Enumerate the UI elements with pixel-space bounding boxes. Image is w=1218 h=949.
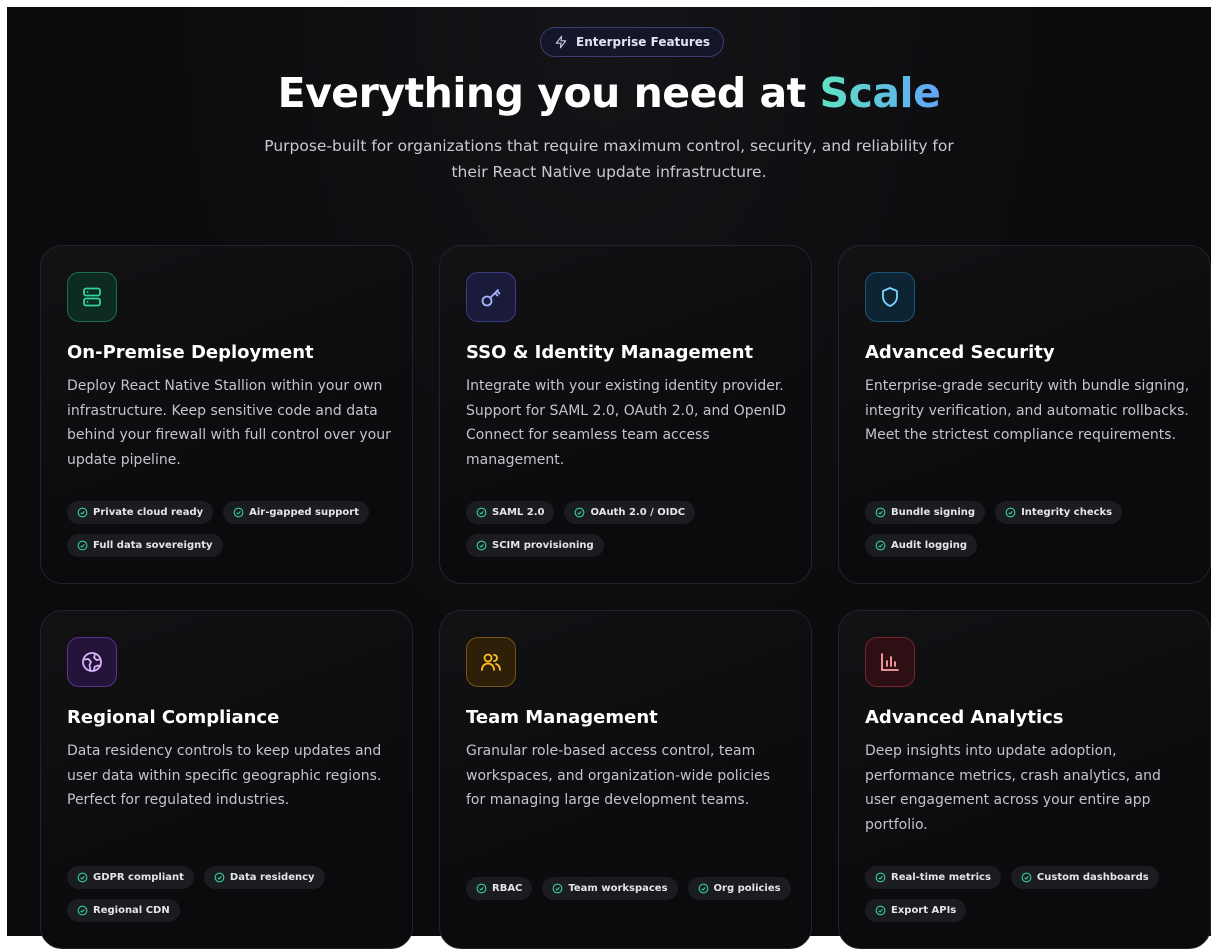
globe-icon [82, 652, 102, 672]
users-icon [481, 653, 501, 671]
check-circle-icon [77, 872, 88, 883]
feature-card-analytics: Advanced Analytics Deep insights into up… [838, 610, 1211, 949]
feature-tag-label: Org policies [713, 883, 781, 894]
feature-tag-label: OAuth 2.0 / OIDC [590, 507, 686, 518]
feature-tag-label: RBAC [492, 883, 523, 894]
feature-tags: SAML 2.0 OAuth 2.0 / OIDC SCIM provision… [466, 501, 796, 557]
feature-tag: Regional CDN [67, 899, 180, 922]
page-title: Everything you need at Scale [7, 69, 1211, 117]
feature-tag: Private cloud ready [67, 501, 214, 524]
feature-tag: Full data sovereignty [67, 534, 223, 557]
feature-card-compliance: Regional Compliance Data residency contr… [40, 610, 413, 949]
feature-tag-label: Private cloud ready [93, 507, 204, 518]
feature-tag: GDPR compliant [67, 866, 194, 889]
feature-tag: Bundle signing [865, 501, 986, 524]
check-circle-icon [575, 507, 585, 518]
feature-tag: OAuth 2.0 / OIDC [564, 501, 696, 524]
title-accent: Scale [819, 69, 941, 117]
shield-icon [882, 287, 898, 307]
feature-tag-label: Real-time metrics [891, 872, 991, 883]
feature-title: Regional Compliance [67, 707, 280, 728]
globe-icon-box [67, 637, 117, 687]
feature-tag-label: Data residency [229, 872, 315, 883]
page-subtitle: Purpose-built for organizations that req… [264, 137, 954, 181]
feature-tag: RBAC [466, 877, 533, 900]
badge-label: Enterprise Features [576, 35, 711, 49]
check-circle-icon [1005, 507, 1016, 518]
feature-tag-label: Team workspaces [568, 883, 668, 894]
shield-icon-box [865, 272, 915, 322]
title-main: Everything you need at [277, 69, 820, 117]
check-circle-icon [233, 507, 244, 518]
users-icon-box [466, 637, 516, 687]
feature-card-on-premise: On-Premise Deployment Deploy React Nativ… [40, 245, 413, 584]
feature-tag-label: Air-gapped support [249, 507, 359, 518]
feature-title: Advanced Security [865, 342, 1055, 363]
feature-tags: RBAC Team workspaces Org policies [466, 877, 796, 900]
feature-tag-label: Export APIs [891, 905, 957, 916]
feature-tags: Bundle signing Integrity checks Audit lo… [865, 501, 1195, 557]
feature-tag-label: Regional CDN [93, 905, 170, 916]
feature-description: Granular role-based access control, team… [466, 743, 771, 808]
feature-title: Team Management [466, 707, 658, 728]
feature-tag-label: Audit logging [891, 540, 968, 551]
feature-description: Deploy React Native Stallion within your… [67, 378, 391, 468]
check-circle-icon [553, 883, 563, 894]
feature-card-team: Team Management Granular role-based acce… [439, 610, 812, 949]
key-icon [481, 289, 501, 307]
feature-description: Enterprise-grade security with bundle si… [865, 378, 1190, 443]
feature-description: Data residency controls to keep updates … [67, 743, 382, 808]
check-circle-icon [875, 872, 886, 883]
feature-description: Integrate with your existing identity pr… [466, 378, 787, 468]
feature-tag: SAML 2.0 [466, 501, 555, 524]
check-circle-icon [77, 540, 88, 551]
feature-card-sso: SSO & Identity Management Integrate with… [439, 245, 812, 584]
feature-card-security: Advanced Security Enterprise-grade secur… [838, 245, 1211, 584]
check-circle-icon [875, 905, 886, 916]
feature-description: Deep insights into update adoption, perf… [865, 743, 1161, 833]
check-circle-icon [1021, 872, 1032, 883]
key-icon-box [466, 272, 516, 322]
enterprise-features-badge: Enterprise Features [540, 27, 725, 57]
bar-chart-icon-box [865, 637, 915, 687]
feature-tag-label: Full data sovereignty [93, 540, 213, 551]
feature-tag: Export APIs [865, 899, 967, 922]
feature-tag-label: SCIM provisioning [492, 540, 594, 551]
feature-tag: Audit logging [865, 534, 978, 557]
check-circle-icon [77, 507, 88, 518]
server-icon-box [67, 272, 117, 322]
feature-tag-label: GDPR compliant [93, 872, 184, 883]
check-circle-icon [476, 507, 487, 518]
check-circle-icon [875, 507, 886, 518]
feature-tag: Custom dashboards [1010, 866, 1159, 889]
feature-tag: Integrity checks [995, 501, 1123, 524]
feature-tags: Real-time metrics Custom dashboards Expo… [865, 866, 1195, 922]
check-circle-icon [875, 540, 886, 551]
feature-tag: Air-gapped support [223, 501, 369, 524]
zap-icon [555, 35, 567, 49]
feature-tag-label: Bundle signing [891, 507, 976, 518]
feature-tag-label: Custom dashboards [1036, 872, 1149, 883]
feature-title: SSO & Identity Management [466, 342, 754, 363]
feature-tag: SCIM provisioning [466, 534, 604, 557]
feature-tag: Team workspaces [542, 877, 678, 900]
check-circle-icon [214, 872, 225, 883]
feature-tags: Private cloud ready Air-gapped support F… [67, 501, 397, 557]
feature-tag: Org policies [687, 877, 791, 900]
check-circle-icon [476, 883, 487, 894]
feature-tag-label: Integrity checks [1021, 507, 1113, 518]
feature-tags: GDPR compliant Data residency Regional C… [67, 866, 397, 922]
feature-title: On-Premise Deployment [67, 342, 314, 363]
enterprise-features-section: Enterprise Features Everything you need … [7, 7, 1211, 949]
feature-tag-label: SAML 2.0 [492, 507, 545, 518]
bar-chart-icon [881, 653, 899, 671]
check-circle-icon [698, 883, 708, 894]
server-icon [83, 287, 101, 307]
feature-title: Advanced Analytics [865, 707, 1064, 728]
feature-tag: Real-time metrics [865, 866, 1001, 889]
feature-tag: Data residency [203, 866, 325, 889]
check-circle-icon [77, 905, 88, 916]
check-circle-icon [476, 540, 487, 551]
